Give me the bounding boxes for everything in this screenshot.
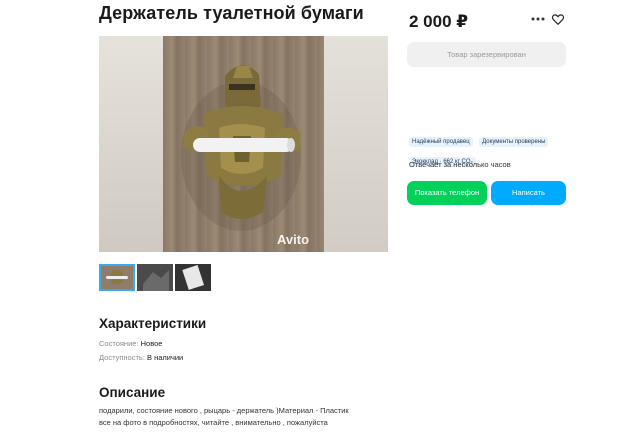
- write-message-button[interactable]: Написать: [491, 181, 566, 205]
- heart-icon[interactable]: [551, 12, 565, 26]
- show-phone-button[interactable]: Показать телефон: [407, 181, 487, 205]
- description-line: подарили, состояние нового , рыцарь - де…: [99, 406, 349, 415]
- thumbnail-knight-image: [101, 266, 133, 289]
- spec-label: Состояние:: [99, 339, 139, 348]
- photo-gallery[interactable]: Avito: [99, 36, 388, 252]
- spec-row-condition: Состояние: Новое: [99, 339, 162, 348]
- spec-label: Доступность:: [99, 353, 145, 362]
- thumbnail-2[interactable]: [137, 264, 173, 291]
- avito-watermark: Avito: [277, 232, 310, 247]
- response-time: Отвечает за несколько часов: [409, 160, 511, 169]
- gallery-blur-right: [324, 36, 388, 252]
- thumbnail-3[interactable]: [175, 264, 211, 291]
- characteristics-heading: Характеристики: [99, 316, 207, 331]
- spec-value: В наличии: [147, 353, 184, 362]
- reserved-button[interactable]: Товар зарезервирован: [407, 42, 566, 67]
- listing-title: Держатель туалетной бумаги: [99, 3, 364, 23]
- main-photo[interactable]: [163, 36, 324, 252]
- badge-reliable-seller: Надёжный продавец: [409, 137, 473, 147]
- description-text: подарили, состояние нового , рыцарь - де…: [99, 405, 459, 429]
- gallery-blur-left: [99, 36, 163, 252]
- thumbnail-receipt-image: [175, 264, 211, 291]
- description-line: все на фото в подробностях, читайте , вн…: [99, 418, 328, 427]
- price: 2 000 ₽: [409, 12, 469, 31]
- thumbnail-1[interactable]: [99, 264, 135, 291]
- spec-row-availability: Доступность: В наличии: [99, 353, 183, 362]
- description-heading: Описание: [99, 385, 166, 400]
- spec-value: Новое: [140, 339, 163, 348]
- badge-documents-verified: Документы проверены: [479, 137, 549, 147]
- thumbnail-dark-image: [137, 264, 173, 291]
- knight-holder-image: [181, 65, 301, 231]
- more-dots-icon[interactable]: [531, 14, 545, 24]
